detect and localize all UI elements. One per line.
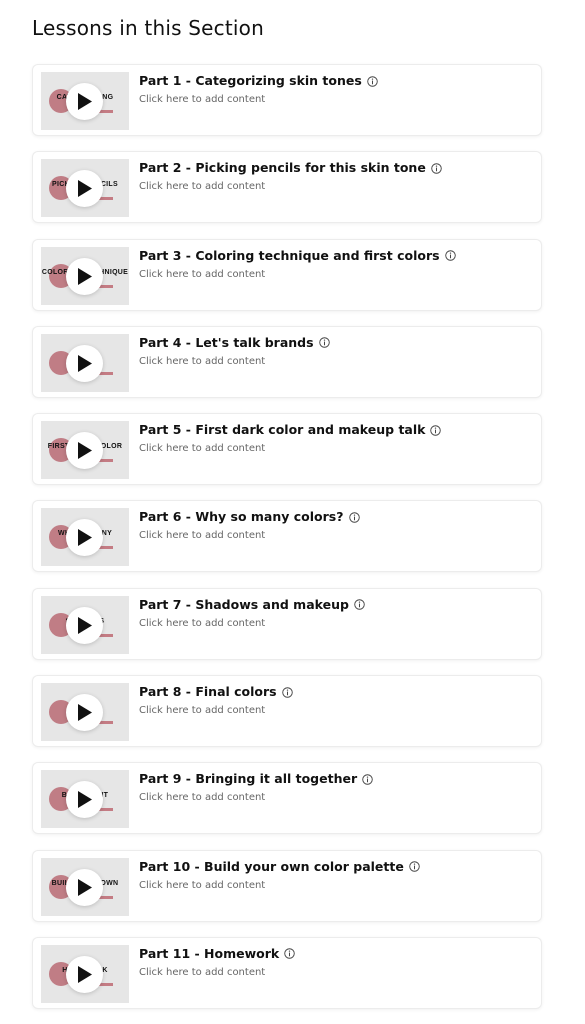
info-icon[interactable] xyxy=(430,424,442,436)
lesson-card[interactable]: WHY SO MANY Part 6 - Why so many colors?… xyxy=(32,500,542,573)
play-icon xyxy=(78,93,92,110)
lesson-title-row: Part 7 - Shadows and makeup xyxy=(139,596,533,614)
play-button[interactable] xyxy=(66,170,103,208)
lesson-card[interactable]: COLORING TECHNIQUE Part 3 - Coloring tec… xyxy=(32,238,542,311)
lesson-card[interactable]: SHADOWS Part 7 - Shadows and makeup Clic… xyxy=(32,587,542,660)
video-thumbnail[interactable]: SHADOWS xyxy=(41,595,129,654)
add-content-link[interactable]: Click here to add content xyxy=(139,180,265,194)
lesson-card[interactable]: BRINGING IT Part 9 - Bringing it all tog… xyxy=(32,762,542,835)
play-icon xyxy=(78,354,92,372)
play-button[interactable] xyxy=(66,257,103,295)
lesson-card[interactable]: BUILD YOUR OWN Part 10 - Build your own … xyxy=(32,849,542,922)
add-content-link[interactable]: Click here to add content xyxy=(139,879,265,893)
play-icon xyxy=(78,965,92,983)
play-icon xyxy=(78,791,92,809)
lesson-title-row: Part 5 - First dark color and makeup tal… xyxy=(139,421,533,439)
video-thumbnail[interactable]: HOMEWORK xyxy=(41,944,129,1003)
lesson-title[interactable]: Part 2 - Picking pencils for this skin t… xyxy=(139,159,426,177)
video-thumbnail[interactable]: CATEGORIZING xyxy=(41,72,129,130)
lesson-list: CATEGORIZING Part 1 - Categorizing skin … xyxy=(32,64,542,1024)
video-thumbnail[interactable]: BRANDS xyxy=(41,333,129,392)
info-icon[interactable] xyxy=(409,861,420,872)
lesson-title[interactable]: Part 11 - Homework xyxy=(139,945,279,963)
video-thumbnail[interactable]: BUILD YOUR OWN xyxy=(41,857,129,916)
lesson-title-row: Part 3 - Coloring technique and first co… xyxy=(139,247,533,265)
lesson-card[interactable]: PICKING PENCILS Part 2 - Picking pencils… xyxy=(32,151,542,224)
add-content-link[interactable]: Click here to add content xyxy=(139,529,265,543)
play-icon xyxy=(78,878,92,896)
lesson-title-row: Part 9 - Bringing it all together xyxy=(139,770,533,788)
lesson-title[interactable]: Part 3 - Coloring technique and first co… xyxy=(139,247,440,265)
play-icon xyxy=(78,616,92,634)
play-button[interactable] xyxy=(66,781,103,819)
info-icon[interactable] xyxy=(444,250,456,261)
add-content-link[interactable]: Click here to add content xyxy=(139,704,265,718)
info-icon[interactable] xyxy=(367,75,378,87)
info-icon[interactable] xyxy=(362,774,373,785)
play-button[interactable] xyxy=(66,606,103,644)
lesson-card[interactable]: FIRST DARK COLOR Part 5 - First dark col… xyxy=(32,413,542,486)
video-thumbnail[interactable]: PICKING PENCILS xyxy=(41,159,129,218)
lesson-title-row: Part 6 - Why so many colors? xyxy=(139,508,533,526)
add-content-link[interactable]: Click here to add content xyxy=(139,355,265,369)
play-icon xyxy=(78,704,92,722)
info-icon[interactable] xyxy=(348,512,360,523)
play-button[interactable] xyxy=(66,868,103,906)
video-thumbnail[interactable]: BRINGING IT xyxy=(41,770,129,829)
lesson-title-row: Part 1 - Categorizing skin tones xyxy=(139,72,533,90)
add-content-link[interactable]: Click here to add content xyxy=(139,966,265,980)
play-icon xyxy=(78,529,92,547)
lesson-title[interactable]: Part 6 - Why so many colors? xyxy=(139,508,344,526)
play-button[interactable] xyxy=(66,344,103,382)
info-icon[interactable] xyxy=(318,337,330,349)
info-icon[interactable] xyxy=(354,599,365,611)
lesson-title-row: Part 10 - Build your own color palette xyxy=(139,858,533,876)
lesson-title[interactable]: Part 10 - Build your own color palette xyxy=(139,858,404,876)
play-button[interactable] xyxy=(66,955,103,993)
lesson-card[interactable]: HOMEWORK Part 11 - Homework Click here t… xyxy=(32,936,542,1009)
play-button[interactable] xyxy=(66,519,103,557)
lesson-title[interactable]: Part 5 - First dark color and makeup tal… xyxy=(139,421,425,439)
lesson-title-row: Part 8 - Final colors xyxy=(139,683,533,701)
lesson-title-row: Part 2 - Picking pencils for this skin t… xyxy=(139,159,533,177)
section-title: Lessons in this Section xyxy=(32,16,264,40)
info-icon[interactable] xyxy=(281,686,293,698)
play-button[interactable] xyxy=(66,432,103,470)
lesson-title-row: Part 11 - Homework xyxy=(139,945,533,963)
add-content-link[interactable]: Click here to add content xyxy=(139,268,265,282)
add-content-link[interactable]: Click here to add content xyxy=(139,791,265,805)
lesson-title[interactable]: Part 7 - Shadows and makeup xyxy=(139,596,349,614)
video-thumbnail[interactable]: COLORING TECHNIQUE xyxy=(41,246,129,305)
lesson-card[interactable]: FINAL Part 8 - Final colors Click here t… xyxy=(32,675,542,748)
video-thumbnail[interactable]: FIRST DARK COLOR xyxy=(41,421,129,480)
video-thumbnail[interactable]: WHY SO MANY xyxy=(41,508,129,567)
add-content-link[interactable]: Click here to add content xyxy=(139,93,265,107)
video-thumbnail[interactable]: FINAL xyxy=(41,683,129,742)
lesson-card[interactable]: BRANDS Part 4 - Let's talk brands Click … xyxy=(32,325,542,398)
lesson-title[interactable]: Part 8 - Final colors xyxy=(139,683,277,701)
play-button[interactable] xyxy=(66,83,103,120)
info-icon[interactable] xyxy=(284,948,295,960)
play-icon xyxy=(78,267,92,285)
play-icon xyxy=(78,442,92,460)
add-content-link[interactable]: Click here to add content xyxy=(139,442,265,456)
lesson-card[interactable]: CATEGORIZING Part 1 - Categorizing skin … xyxy=(32,64,542,136)
add-content-link[interactable]: Click here to add content xyxy=(139,617,265,631)
info-icon[interactable] xyxy=(431,163,442,174)
lesson-title[interactable]: Part 9 - Bringing it all together xyxy=(139,770,357,788)
lesson-title[interactable]: Part 4 - Let's talk brands xyxy=(139,334,314,352)
lesson-title-row: Part 4 - Let's talk brands xyxy=(139,334,533,352)
lesson-title[interactable]: Part 1 - Categorizing skin tones xyxy=(139,72,362,90)
play-button[interactable] xyxy=(66,694,103,732)
play-icon xyxy=(78,180,92,198)
